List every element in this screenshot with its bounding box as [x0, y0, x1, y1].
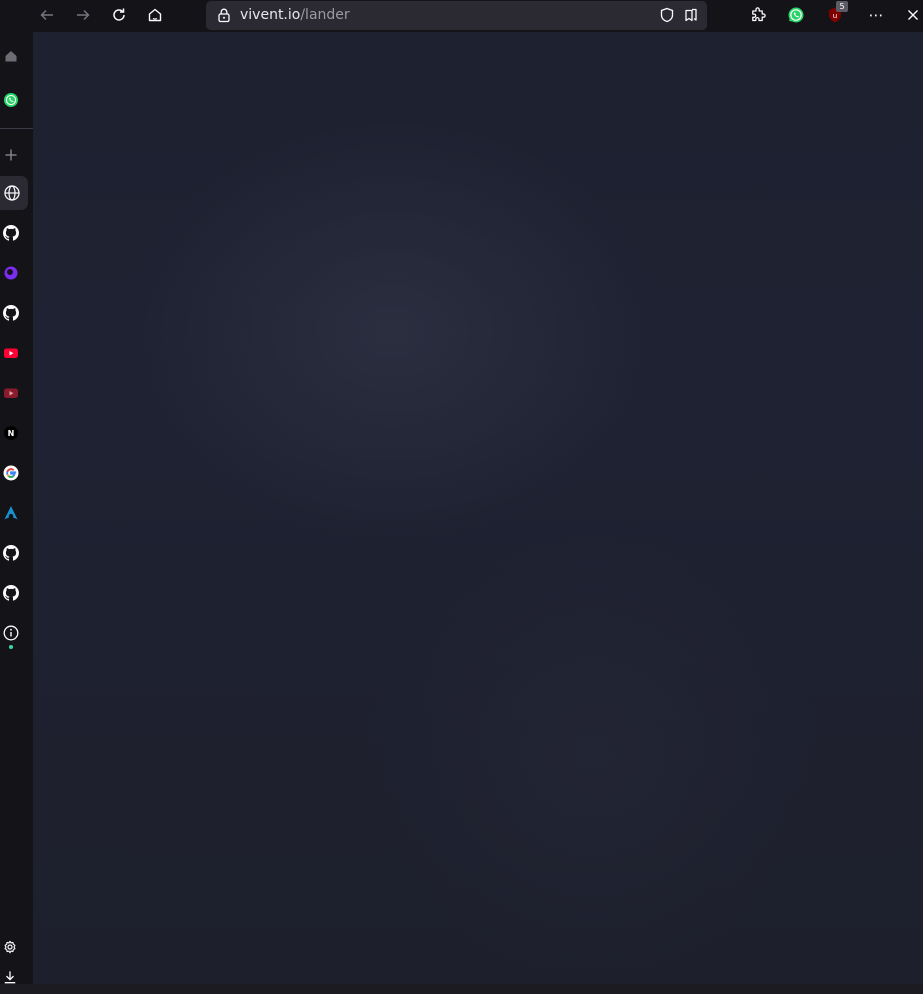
github-icon — [3, 585, 19, 601]
globe-icon — [4, 185, 20, 201]
sidebar-downloads-button[interactable] — [0, 960, 28, 994]
url-host: vivent.io — [240, 7, 301, 23]
settings-icon — [4, 940, 16, 954]
whatsapp-icon — [4, 93, 18, 107]
sidebar-divider — [0, 128, 33, 129]
github-icon — [3, 225, 19, 241]
youtube-icon — [4, 348, 18, 358]
home-icon — [5, 51, 17, 62]
sidebar-item-github-4[interactable] — [0, 576, 28, 610]
sidebar-add-button[interactable] — [0, 138, 28, 172]
reload-icon — [113, 8, 125, 21]
notification-dot — [9, 645, 13, 649]
sidebar-item-arch[interactable] — [0, 496, 28, 530]
url-path: /lander — [300, 7, 350, 23]
close-button[interactable] — [903, 4, 923, 26]
whatsapp-icon — [788, 7, 804, 23]
sidebar-item-github-3[interactable] — [0, 536, 28, 570]
arch-linux-icon — [4, 506, 18, 520]
sidebar-item-web-panel[interactable] — [0, 176, 28, 210]
whatsapp-extension-button[interactable] — [783, 4, 809, 26]
sidebar-item-purple-app[interactable] — [0, 256, 28, 290]
close-icon — [908, 10, 918, 20]
extension-badge: 5 — [836, 1, 848, 12]
sidebar-item-google[interactable] — [0, 456, 28, 490]
browser-toolbar: vivent.io/lander u 5 ⋯ — [0, 0, 923, 32]
svg-text:u: u — [833, 12, 837, 20]
back-button[interactable] — [34, 4, 60, 26]
url-text[interactable]: vivent.io/lander — [240, 7, 350, 24]
sidebar-settings-button[interactable] — [0, 930, 28, 964]
home-icon — [148, 8, 162, 22]
svg-text:N: N — [8, 429, 15, 438]
arrow-right-icon — [77, 10, 90, 20]
info-icon — [3, 625, 19, 641]
arrow-left-icon — [40, 10, 53, 20]
sidebar-item-next[interactable]: N — [0, 416, 28, 450]
reader-view-icon[interactable] — [683, 7, 699, 23]
youtube-music-icon — [4, 388, 18, 398]
sidebar-item-home[interactable] — [0, 39, 28, 73]
page-content[interactable] — [33, 32, 923, 984]
forward-button[interactable] — [70, 4, 96, 26]
add-icon — [5, 149, 17, 161]
more-icon: ⋯ — [868, 6, 884, 24]
download-icon — [4, 971, 16, 984]
reload-button[interactable] — [106, 4, 132, 26]
sidebar-item-info[interactable] — [0, 616, 28, 650]
sidebar-item-whatsapp[interactable] — [0, 83, 28, 117]
next-icon: N — [4, 426, 18, 440]
sidebar: N — [0, 32, 33, 984]
home-button[interactable] — [142, 4, 168, 26]
github-icon — [3, 545, 19, 561]
sidebar-item-youtube[interactable] — [0, 336, 28, 370]
browser-window: vivent.io/lander u 5 ⋯ N — [0, 0, 923, 984]
puzzle-icon — [752, 7, 766, 22]
url-bar[interactable]: vivent.io/lander — [206, 1, 707, 30]
lock-icon[interactable] — [216, 7, 232, 23]
purple-app-icon — [4, 266, 18, 280]
google-icon — [3, 465, 19, 481]
github-icon — [3, 305, 19, 321]
sidebar-item-github-2[interactable] — [0, 296, 28, 330]
sidebar-item-github[interactable] — [0, 216, 28, 250]
tracking-protection-icon[interactable] — [659, 7, 675, 23]
sidebar-item-youtube-music[interactable] — [0, 376, 28, 410]
menu-button[interactable]: ⋯ — [863, 4, 889, 26]
extensions-button[interactable] — [745, 4, 771, 26]
